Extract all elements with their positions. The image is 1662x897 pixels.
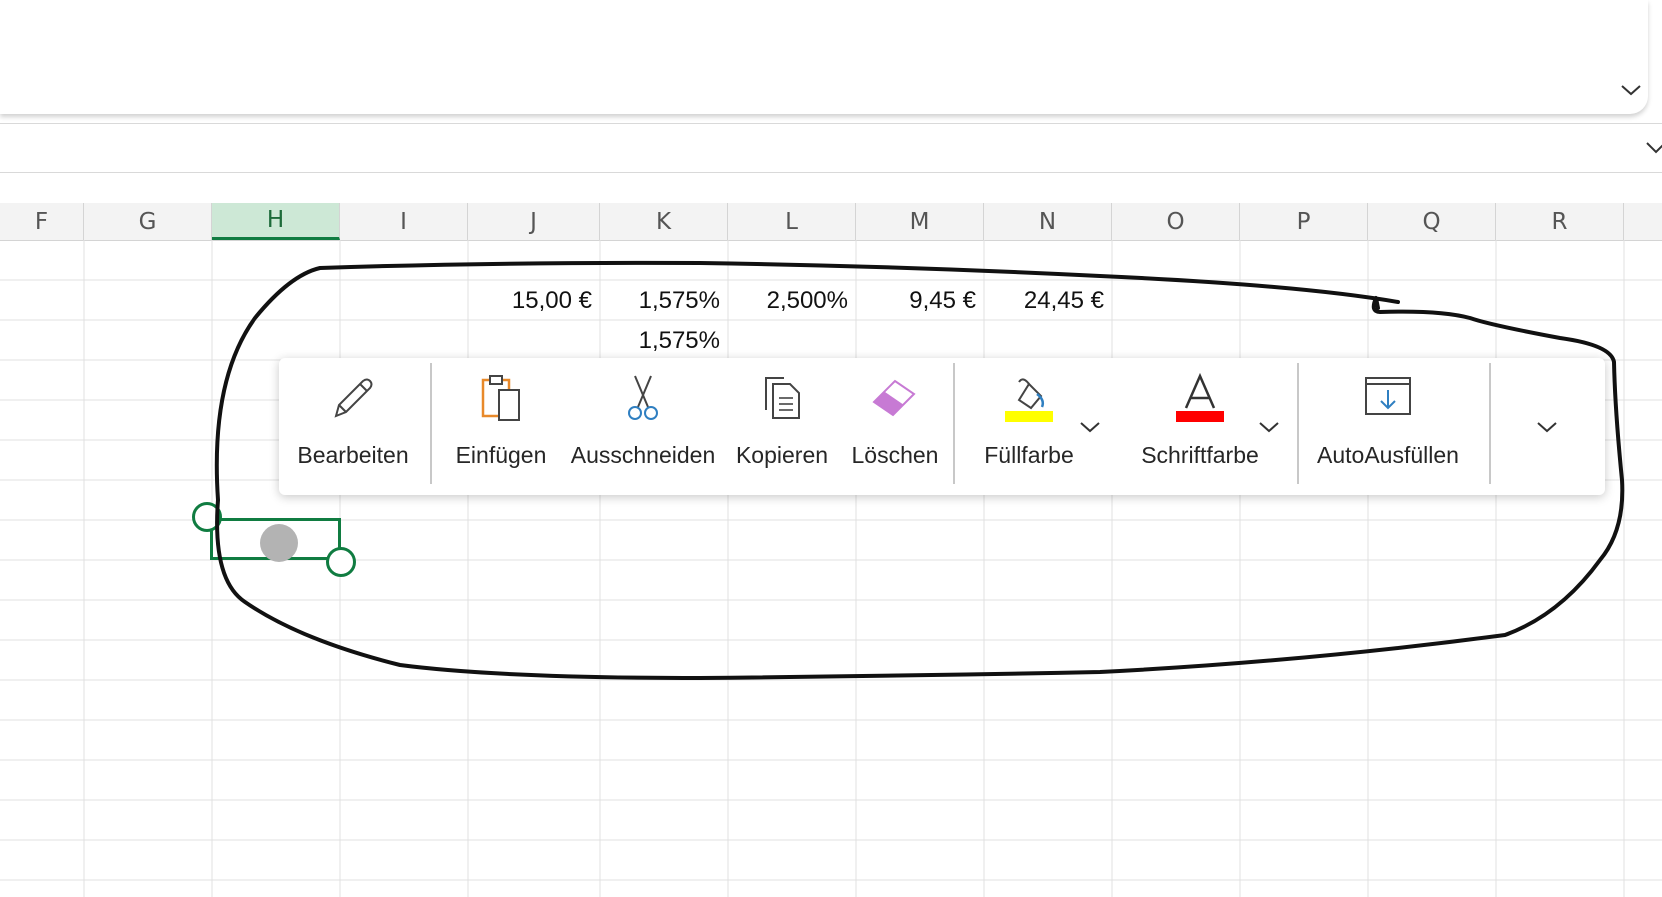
column-header-j[interactable]: J bbox=[468, 203, 600, 240]
column-header-l[interactable]: L bbox=[728, 203, 856, 240]
clear-label: Löschen bbox=[851, 442, 939, 468]
clipboard-icon bbox=[471, 372, 531, 424]
touch-indicator bbox=[260, 524, 298, 562]
cell-k-value[interactable]: 1,575% bbox=[600, 281, 728, 321]
ribbon-expand-chevron-icon[interactable] bbox=[1618, 77, 1644, 103]
edit-button[interactable]: Bearbeiten bbox=[279, 358, 427, 495]
copy-button[interactable]: Kopieren bbox=[721, 358, 843, 495]
column-header-o[interactable]: O bbox=[1112, 203, 1240, 240]
clear-button[interactable]: Löschen bbox=[843, 358, 947, 495]
column-header-g[interactable]: G bbox=[84, 203, 212, 240]
paste-label: Einfügen bbox=[455, 442, 547, 468]
font-color-icon bbox=[1170, 372, 1230, 424]
cut-button[interactable]: Ausschneiden bbox=[565, 358, 721, 495]
cell-l-value[interactable]: 2,500% bbox=[728, 281, 856, 321]
column-header-m[interactable]: M bbox=[856, 203, 984, 240]
menu-divider bbox=[1489, 363, 1491, 484]
autofill-button[interactable]: AutoAusfüllen bbox=[1303, 358, 1473, 495]
fill-color-label: Füllfarbe bbox=[984, 442, 1074, 468]
cell-k-value-row2[interactable]: 1,575% bbox=[600, 321, 728, 361]
eraser-icon bbox=[865, 372, 925, 424]
autofill-label: AutoAusfüllen bbox=[1317, 442, 1459, 468]
formula-bar-expand-chevron-icon[interactable] bbox=[1645, 137, 1662, 159]
cell-grid[interactable] bbox=[0, 240, 1662, 897]
paint-bucket-icon bbox=[999, 372, 1059, 424]
ribbon-area bbox=[0, 0, 1648, 114]
cell-n-value[interactable]: 24,45 € bbox=[984, 281, 1112, 321]
column-header-p[interactable]: P bbox=[1240, 203, 1368, 240]
column-header-r[interactable]: R bbox=[1496, 203, 1624, 240]
column-header-h[interactable]: H bbox=[212, 203, 340, 240]
column-header-q[interactable]: Q bbox=[1368, 203, 1496, 240]
cell-j-value[interactable]: 15,00 € bbox=[468, 281, 600, 321]
selection-handle-top-left[interactable] bbox=[192, 502, 222, 532]
paste-button[interactable]: Einfügen bbox=[437, 358, 565, 495]
menu-divider bbox=[1297, 363, 1299, 484]
more-options-chevron-icon[interactable] bbox=[1533, 413, 1561, 441]
cell-context-menu: Bearbeiten Einfügen Ausschneiden Kopiere… bbox=[279, 358, 1605, 495]
pencil-icon bbox=[323, 372, 383, 424]
column-header-n[interactable]: N bbox=[984, 203, 1112, 240]
copy-label: Kopieren bbox=[735, 442, 829, 468]
autofill-icon bbox=[1358, 372, 1418, 424]
font-color-dropdown-chevron-icon[interactable] bbox=[1255, 413, 1283, 441]
menu-divider bbox=[953, 363, 955, 484]
copy-icon bbox=[752, 372, 812, 424]
fill-color-dropdown-chevron-icon[interactable] bbox=[1076, 413, 1104, 441]
column-header-i[interactable]: I bbox=[340, 203, 468, 240]
scissors-icon bbox=[613, 372, 673, 424]
column-header-f[interactable]: F bbox=[0, 203, 84, 240]
font-color-label: Schriftfarbe bbox=[1141, 442, 1259, 468]
selection-handle-bottom-right[interactable] bbox=[326, 547, 356, 577]
column-header-k[interactable]: K bbox=[600, 203, 728, 240]
column-header-row: F G H I J K L M N O P Q R bbox=[0, 203, 1662, 241]
formula-bar[interactable] bbox=[0, 123, 1662, 173]
cell-m-value[interactable]: 9,45 € bbox=[856, 281, 984, 321]
cut-label: Ausschneiden bbox=[570, 442, 716, 468]
menu-divider bbox=[430, 363, 432, 484]
edit-label: Bearbeiten bbox=[297, 442, 409, 468]
